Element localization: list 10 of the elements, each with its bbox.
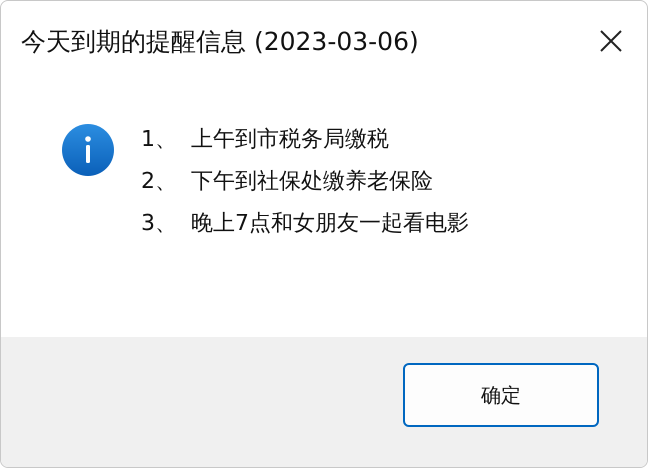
message-text: 晚上7点和女朋友一起看电影 [191,211,469,236]
close-icon [599,29,623,53]
list-number: 1、 [141,126,178,154]
list-number: 2、 [141,168,178,196]
message-text: 下午到社保处缴养老保险 [191,169,433,194]
info-icon [61,123,115,177]
ok-button[interactable]: 确定 [403,363,599,427]
window-title: 今天到期的提醒信息 (2023-03-06) [20,26,419,58]
list-number: 3、 [141,210,178,238]
message-text: 上午到市税务局缴税 [191,127,389,152]
